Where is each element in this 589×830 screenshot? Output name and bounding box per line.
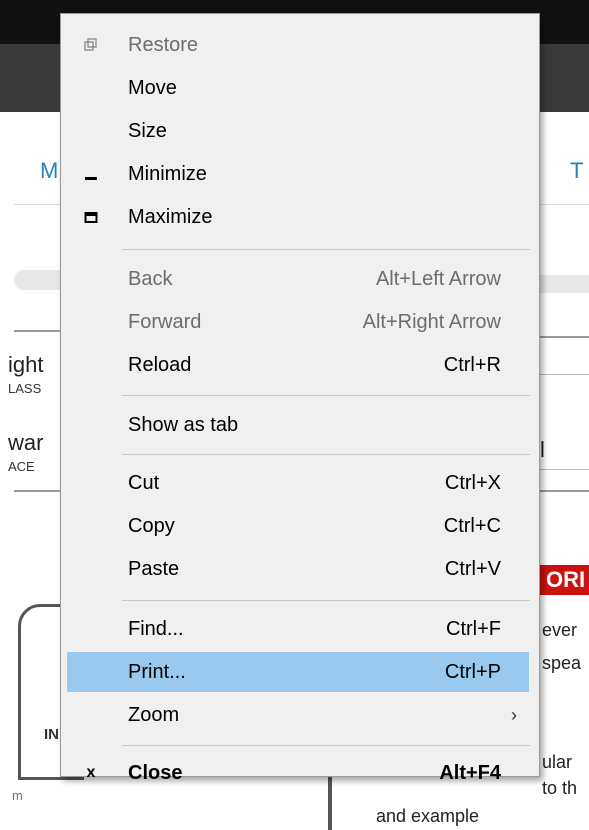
nav-tab-right[interactable]: T (570, 158, 583, 184)
menu-item-minimize[interactable]: Minimize (67, 155, 529, 193)
menu-item-restore[interactable]: Restore (67, 26, 529, 64)
divider (14, 204, 60, 205)
menu-item-label: Show as tab (128, 414, 239, 436)
close-icon: x (86, 764, 96, 781)
chevron-right-icon: › (511, 705, 517, 725)
menu-item-cut[interactable]: Cut Ctrl+X (67, 464, 529, 502)
curved-banner (538, 275, 589, 293)
menu-item-print[interactable]: Print... Ctrl+P (67, 652, 529, 692)
menu-item-copy[interactable]: Copy Ctrl+C (67, 507, 529, 545)
divider (540, 204, 589, 205)
menu-item-label: Move (128, 77, 177, 99)
menu-item-label: Minimize (128, 163, 207, 185)
content-text: ACE (8, 459, 35, 474)
menu-item-label: Zoom (128, 704, 180, 726)
menu-item-show-as-tab[interactable]: Show as tab (67, 406, 529, 444)
context-menu: Restore Move Size Minimize Maximize Back… (60, 13, 540, 784)
menu-item-shortcut: Ctrl+C (443, 515, 501, 537)
content-text: war (8, 430, 44, 455)
menu-item-label: Size (128, 120, 167, 142)
divider (540, 490, 589, 492)
menu-item-label: Forward (128, 311, 202, 333)
menu-item-paste[interactable]: Paste Ctrl+V (67, 550, 529, 588)
menu-item-maximize[interactable]: Maximize (67, 198, 529, 236)
menu-item-size[interactable]: Size (67, 112, 529, 150)
nav-tab-left[interactable]: M (40, 158, 58, 184)
menu-item-shortcut: Ctrl+V (444, 558, 501, 580)
minimize-icon (79, 155, 103, 194)
restore-icon (79, 26, 103, 65)
red-label: ORI (540, 565, 589, 595)
menu-item-shortcut: Ctrl+R (443, 354, 501, 376)
menu-item-move[interactable]: Move (67, 69, 529, 107)
menu-item-label: Reload (128, 354, 192, 376)
divider (540, 336, 589, 338)
menu-item-label: Back (128, 268, 173, 290)
content-text: LASS (8, 381, 42, 396)
divider (14, 490, 60, 492)
menu-separator (122, 600, 530, 601)
menu-item-zoom[interactable]: Zoom › (67, 696, 529, 734)
content-text: l (540, 437, 545, 462)
menu-item-label: Cut (128, 472, 160, 494)
menu-item-label: Find... (128, 618, 184, 640)
menu-item-find[interactable]: Find... Ctrl+F (67, 610, 529, 648)
menu-item-label: Paste (128, 558, 180, 580)
menu-item-shortcut: Alt+Left Arrow (375, 268, 501, 290)
divider (14, 330, 60, 332)
menu-item-forward[interactable]: Forward Alt+Right Arrow (67, 303, 529, 341)
content-text: ight (8, 352, 44, 377)
divider (540, 374, 589, 375)
menu-item-close[interactable]: x Close Alt+F4 (67, 732, 529, 784)
menu-item-reload[interactable]: Reload Ctrl+R (67, 346, 529, 384)
menu-item-shortcut: Ctrl+F (446, 618, 501, 640)
menu-separator (122, 395, 530, 396)
menu-item-label: Print... (128, 661, 186, 683)
menu-item-back[interactable]: Back Alt+Left Arrow (67, 260, 529, 298)
menu-item-shortcut: Ctrl+X (444, 472, 501, 494)
menu-item-shortcut: Alt+F4 (439, 762, 501, 784)
divider (540, 469, 589, 470)
menu-item-label: Copy (128, 515, 175, 537)
menu-item-label: Close (128, 762, 183, 784)
content-text: and example (376, 806, 480, 826)
content-text: m (12, 788, 23, 803)
content-text: ever (542, 620, 578, 640)
maximize-icon (79, 198, 103, 237)
content-text: to th (542, 778, 578, 798)
content-text: spea (542, 653, 582, 673)
menu-separator (122, 249, 530, 250)
menu-separator (122, 454, 530, 455)
content-text: ular (542, 752, 573, 772)
menu-item-shortcut: Alt+Right Arrow (362, 311, 501, 333)
menu-item-label: Restore (128, 34, 199, 56)
menu-item-label: Maximize (128, 206, 213, 228)
menu-item-shortcut: Ctrl+P (444, 661, 501, 683)
content-text: IN (44, 726, 59, 743)
